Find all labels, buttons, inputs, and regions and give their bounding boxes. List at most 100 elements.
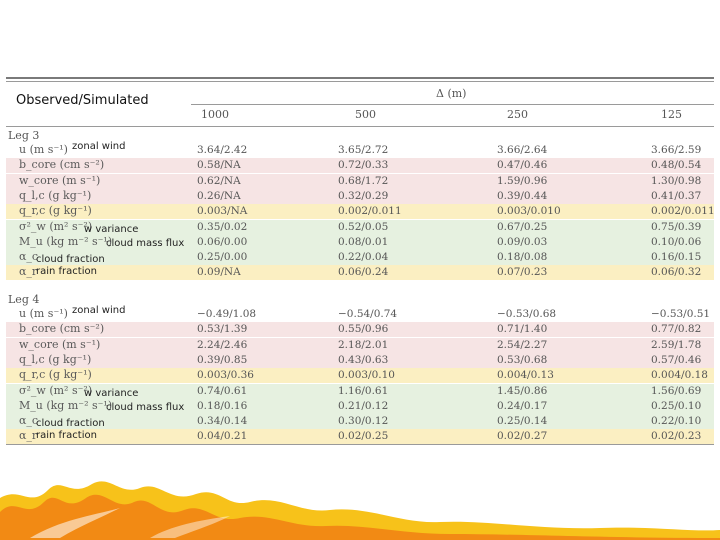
value-cell: 0.34/0.14 — [197, 415, 248, 428]
delta-header: Δ (m) — [436, 87, 467, 100]
value-cell: 0.52/0.05 — [338, 220, 389, 233]
table-bottom-rule — [6, 444, 714, 445]
subheader-rule — [6, 126, 714, 127]
value-cell: 0.22/0.10 — [651, 415, 702, 428]
value-cell: 0.41/0.37 — [651, 189, 702, 202]
value-cell: 0.39/0.85 — [197, 353, 248, 366]
table-row: σ²_w (m² s⁻²) w variance 0.74/0.61 1.16/0.6… — [6, 383, 714, 399]
value-cell: 0.06/0.00 — [197, 235, 248, 248]
value-cell: 0.21/0.12 — [338, 399, 389, 412]
value-cell: −0.49/1.08 — [197, 308, 257, 320]
variable-annotation: zonal wind — [72, 305, 126, 316]
value-cell: 0.06/0.24 — [338, 266, 389, 279]
value-cell: 0.02/0.23 — [651, 430, 702, 443]
resolution-header-250: 250 — [507, 108, 528, 121]
value-cell: 0.07/0.23 — [497, 266, 548, 279]
value-cell: 0.10/0.06 — [651, 235, 702, 248]
variable-name: α_r — [19, 265, 38, 279]
value-cell: 0.77/0.82 — [651, 323, 702, 336]
table-row: w_core (m s⁻¹) 2.24/2.46 2.18/2.01 2.54/2.2… — [6, 337, 714, 353]
table-row: w_core (m s⁻¹) 0.62/NA 0.68/1.72 1.59/0.96 1… — [6, 173, 714, 189]
table-row: q_r,c (g kg⁻¹) 0.003/NA 0.002/0.011 0.003/0… — [6, 204, 715, 220]
table-row: α_r rain fraction 0.09/NA 0.06/0.24 0.07/0.2… — [6, 265, 714, 281]
value-cell: 0.32/0.29 — [338, 189, 389, 202]
value-cell: 2.24/2.46 — [197, 338, 248, 351]
value-cell: 0.02/0.27 — [497, 430, 548, 443]
value-cell: 1.56/0.69 — [651, 384, 702, 397]
value-cell: 1.30/0.98 — [651, 174, 702, 187]
variable-name: b_core (cm s⁻²) — [19, 158, 105, 172]
flame-decoration — [0, 481, 720, 540]
table-row: α_c cloud fraction 0.34/0.14 0.30/0.12 0.25/… — [6, 414, 714, 430]
table-row: q_l,c (g kg⁻¹) 0.26/NA 0.32/0.29 0.39/0.44 0… — [6, 188, 714, 204]
value-cell: 0.003/0.010 — [497, 205, 561, 218]
value-cell: 1.16/0.61 — [338, 384, 389, 397]
resolution-header-1000: 1000 — [201, 108, 229, 121]
value-cell: 1.59/0.96 — [497, 174, 548, 187]
value-cell: 0.04/0.21 — [197, 430, 248, 443]
results-table: Observed/Simulated Δ (m) 1000 500 250 12… — [6, 77, 715, 447]
variable-annotation: zonal wind — [72, 141, 126, 152]
leg-4-title: Leg 4 — [8, 293, 40, 306]
value-cell: 0.02/0.25 — [338, 430, 389, 443]
table-row: M_u (kg m⁻² s⁻¹) cloud mass flux 0.18/0.16… — [6, 398, 714, 414]
table-row: b_core (cm s⁻²) 0.58/NA 0.72/0.33 0.47/0.46… — [6, 158, 714, 174]
variable-annotation: cloud fraction — [36, 254, 105, 266]
variable-name: b_core (cm s⁻²) — [19, 322, 105, 336]
table-row: u (m s⁻¹) zonal wind −0.49/1.08 −0.54/0.74 −… — [6, 305, 714, 322]
table-row: q_r,c (g kg⁻¹) 0.003/0.36 0.003/0.10 0.004/… — [6, 368, 714, 384]
variable-name: u (m s⁻¹) — [19, 307, 68, 320]
variable-name: q_l,c (g kg⁻¹) — [19, 188, 92, 202]
value-cell: 0.003/NA — [197, 205, 248, 218]
value-cell: 0.26/NA — [197, 189, 241, 202]
variable-name: M_u (kg m⁻² s⁻¹) — [19, 398, 113, 412]
table-row: α_r rain fraction 0.04/0.21 0.02/0.25 0.02/0… — [6, 429, 714, 445]
value-cell: 2.18/2.01 — [338, 338, 389, 351]
table-row: α_c cloud fraction 0.25/0.00 0.22/0.04 0.18/… — [6, 250, 714, 266]
value-cell: −0.53/0.68 — [497, 308, 557, 320]
value-cell: 0.004/0.18 — [651, 369, 708, 382]
variable-name: σ²_w (m² s⁻²) — [19, 219, 93, 233]
value-cell: 0.003/0.10 — [338, 369, 395, 382]
variable-name: q_r,c (g kg⁻¹) — [19, 204, 92, 218]
value-cell: 0.43/0.63 — [338, 353, 389, 366]
value-cell: 0.39/0.44 — [497, 189, 548, 202]
value-cell: 0.62/NA — [197, 174, 241, 187]
table-row: b_core (cm s⁻²) 0.53/1.39 0.55/0.96 0.71/1.… — [6, 322, 714, 338]
value-cell: 0.48/0.54 — [651, 159, 702, 172]
table-top-rule — [6, 77, 714, 79]
value-cell: 0.18/0.16 — [197, 399, 248, 412]
variable-annotation: cloud mass flux — [106, 237, 185, 249]
value-cell: 0.55/0.96 — [338, 323, 389, 336]
value-cell: 0.22/0.04 — [338, 251, 389, 264]
value-cell: 0.72/0.33 — [338, 159, 389, 172]
variable-name: u (m s⁻¹) — [19, 143, 68, 156]
value-cell: 0.75/0.39 — [651, 220, 702, 233]
value-cell: −0.54/0.74 — [338, 308, 398, 320]
value-cell: 0.25/0.00 — [197, 251, 248, 264]
table-row: u (m s⁻¹) zonal wind 3.64/2.42 3.65/2.72 3.6… — [6, 141, 714, 158]
value-cell: 0.09/0.03 — [497, 235, 548, 248]
observed-simulated-label: Observed/Simulated — [16, 93, 149, 108]
variable-annotation: cloud mass flux — [106, 401, 185, 413]
table-top-rule-thin — [6, 81, 714, 82]
value-cell: 1.45/0.86 — [497, 384, 548, 397]
value-cell: 3.64/2.42 — [197, 144, 248, 156]
value-cell: 0.18/0.08 — [497, 251, 548, 264]
resolution-header-500: 500 — [355, 108, 376, 121]
variable-name: M_u (kg m⁻² s⁻¹) — [19, 234, 113, 248]
variable-annotation: rain fraction — [36, 266, 97, 278]
value-cell: 0.06/0.32 — [651, 266, 702, 279]
value-cell: 0.09/NA — [197, 266, 241, 279]
value-cell: 2.54/2.27 — [497, 338, 548, 351]
value-cell: 0.24/0.17 — [497, 399, 548, 412]
value-cell: 0.74/0.61 — [197, 384, 248, 397]
table-row: σ²_w (m² s⁻²) w variance 0.35/0.02 0.52/0.0… — [6, 219, 714, 235]
value-cell: 0.35/0.02 — [197, 220, 248, 233]
value-cell: 0.004/0.13 — [497, 369, 554, 382]
value-cell: 0.30/0.12 — [338, 415, 389, 428]
variable-annotation: w variance — [84, 387, 139, 399]
value-cell: 2.59/1.78 — [651, 338, 702, 351]
value-cell: 0.68/1.72 — [338, 174, 389, 187]
value-cell: 0.53/1.39 — [197, 323, 248, 336]
